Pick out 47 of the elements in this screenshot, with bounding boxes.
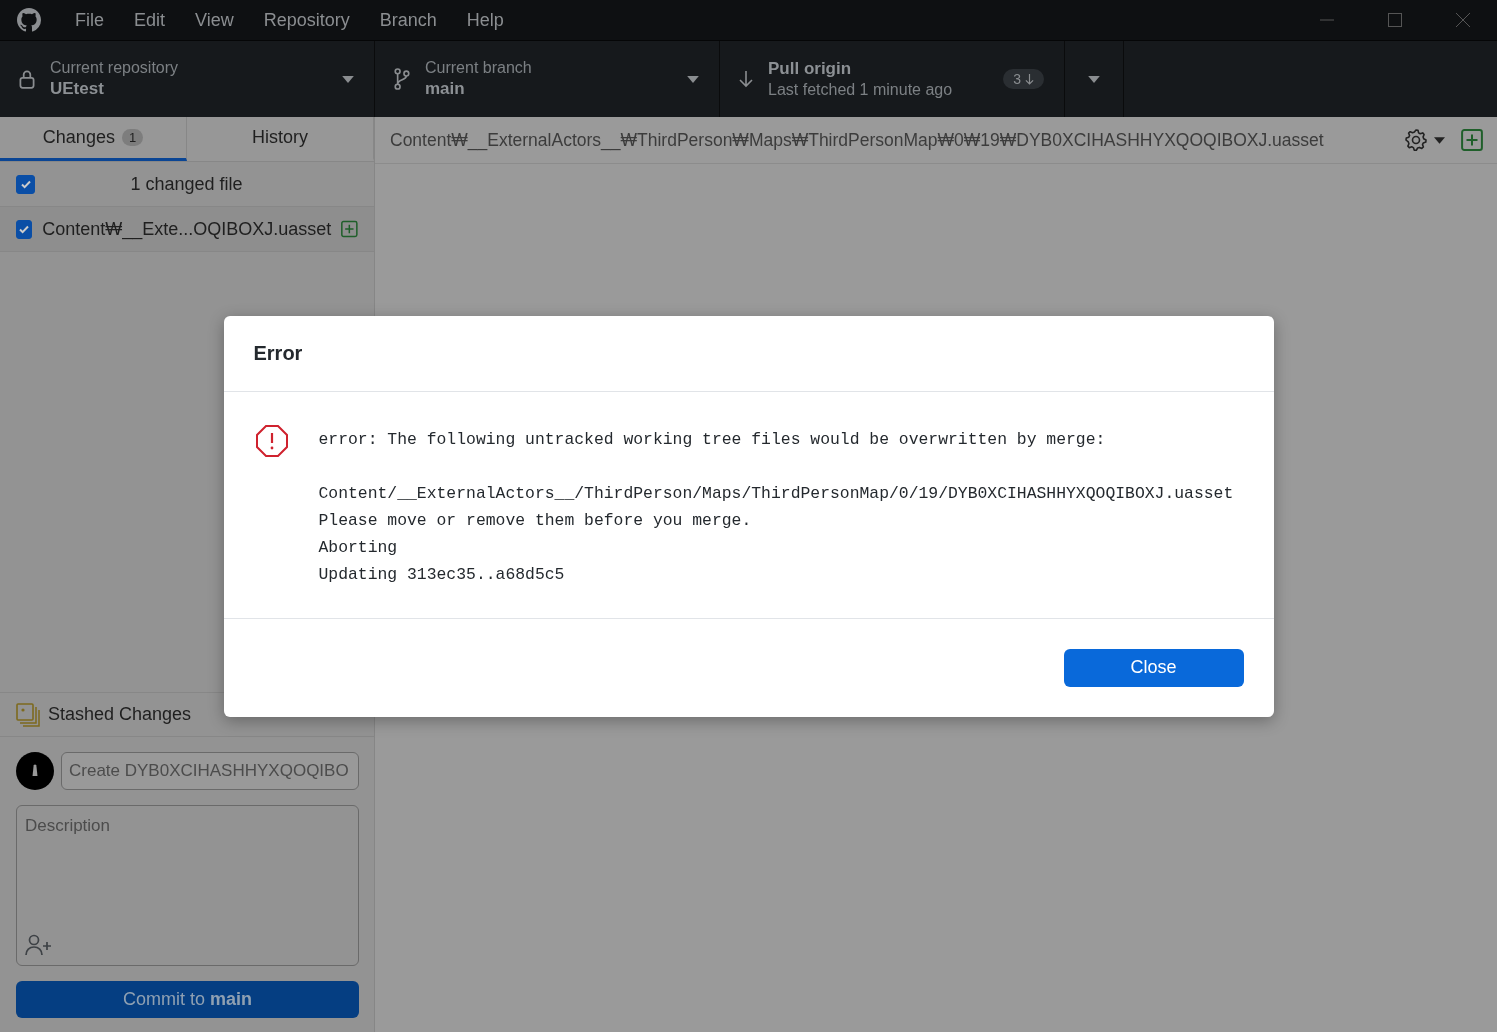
commit-description-field[interactable]: Description xyxy=(16,805,359,966)
caret-icon xyxy=(687,75,699,83)
menu-item[interactable]: Branch xyxy=(364,9,452,31)
error-message: error: The following untracked working tree files would be overwritten by merge: xyxy=(318,428,1107,451)
avatar-icon xyxy=(16,752,54,790)
file-path: Content₩__Exte...OQIBOXJ.uasset xyxy=(42,218,332,240)
menu-item[interactable]: Help xyxy=(451,9,519,31)
checkmark-icon xyxy=(18,223,31,235)
branch-icon xyxy=(393,67,411,91)
menu-item[interactable]: View xyxy=(180,9,249,31)
tab[interactable]: History xyxy=(187,117,374,161)
stash-icon xyxy=(16,702,40,727)
lock-icon xyxy=(18,68,36,90)
settings-icon xyxy=(1404,128,1428,152)
count-badge: 1 xyxy=(121,129,144,146)
file-path-header: Content₩__ExternalActors__₩ThirdPerson₩Maps₩ThirdPersonMap₩0₩19₩DYB0XCIHASHHYXQOQIBOXJ.uasset xyxy=(390,129,1324,151)
down-arrow-icon xyxy=(1025,73,1034,85)
pull-button[interactable]: Pull origin Last fetched 1 minute ago 3 xyxy=(720,41,1065,117)
commit-count-badge: 3 xyxy=(1003,69,1044,89)
commit-button[interactable]: Commit to main xyxy=(16,981,359,1018)
changed-file-row[interactable]: Content₩__Exte...OQIBOXJ.uasset xyxy=(0,207,374,252)
maximize-icon[interactable] xyxy=(1387,12,1403,28)
commit-summary-field[interactable]: Create DYB0XCIHASHHYXQOQIBO xyxy=(61,752,359,790)
menu-item[interactable]: Repository xyxy=(248,9,365,31)
down-arrow-icon xyxy=(738,70,754,88)
added-file-icon xyxy=(341,219,358,239)
file-checkbox[interactable] xyxy=(16,219,33,239)
diff-settings-button[interactable] xyxy=(1404,128,1445,152)
close-icon[interactable] xyxy=(1455,12,1471,28)
dialog-title: Error xyxy=(223,315,1274,392)
caret-icon xyxy=(1088,75,1100,83)
checkmark-icon xyxy=(19,178,32,190)
error-message: Content/__ExternalActors__/ThirdPerson/Maps/ThirdPersonMap/0/19/DYB0XCIHASHHYXQOQIBOXJ.uasset Please move or remove them before you merge. Aborting Updating 313ec35..a68d5c5 xyxy=(318,482,1234,586)
error-octagon-icon xyxy=(254,423,289,458)
changed-files-count: 1 changed file xyxy=(129,173,244,195)
stash-label: Stashed Changes xyxy=(48,704,192,725)
branch-selector[interactable]: Current branch main xyxy=(375,41,720,117)
select-all-checkbox[interactable] xyxy=(16,174,35,194)
add-coauthor-icon[interactable] xyxy=(25,934,53,956)
caret-icon xyxy=(1434,136,1445,144)
menu-item[interactable]: File xyxy=(60,9,119,31)
caret-icon xyxy=(342,75,354,83)
tab[interactable]: Changes 1 xyxy=(0,117,187,161)
menu-item[interactable]: Edit xyxy=(119,9,181,31)
github-logo-icon xyxy=(17,8,41,32)
close-button[interactable]: Close xyxy=(1063,648,1244,687)
add-file-icon[interactable] xyxy=(1461,129,1483,151)
